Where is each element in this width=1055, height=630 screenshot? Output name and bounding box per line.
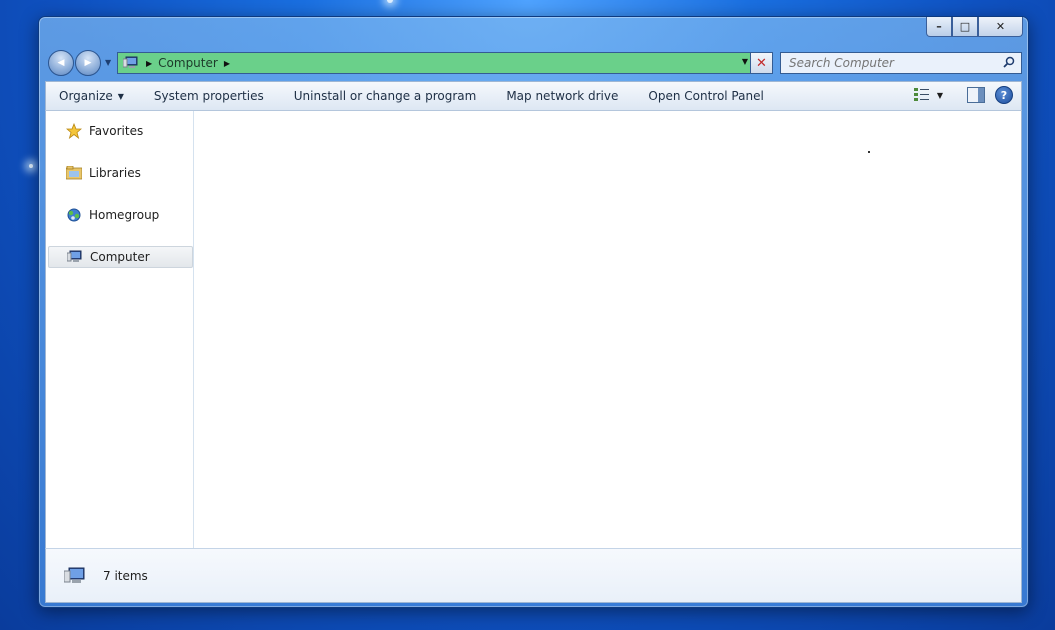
chevron-down-icon: ▼ <box>117 91 124 101</box>
forward-arrow-icon: ▶ <box>84 58 92 68</box>
breadcrumb-separator-icon[interactable]: ▶ <box>146 59 152 68</box>
navigation-bar: ◀ ▶ ▼ ▶ Computer ▶ ▼ ✕ <box>47 50 1022 76</box>
nav-item-label: Libraries <box>89 166 141 180</box>
library-folder-icon <box>65 165 83 181</box>
nav-item-homegroup[interactable]: Homegroup <box>48 204 193 226</box>
breadcrumb-separator-icon[interactable]: ▶ <box>224 59 230 68</box>
details-pane: 7 items <box>45 548 1022 603</box>
computer-icon <box>66 249 84 265</box>
navigation-pane: Favorites Libraries Homegroup Computer <box>46 111 194 548</box>
system-properties-label: System properties <box>153 89 264 103</box>
explorer-window: – □ ✕ ◀ ▶ ▼ ▶ Computer ▶ ▼ ✕ Search Comp… <box>38 16 1029 608</box>
back-arrow-icon: ◀ <box>57 58 65 68</box>
preview-pane-icon[interactable] <box>967 87 985 103</box>
command-bar: Organize ▼ System properties Uninstall o… <box>45 81 1022 111</box>
content-pane[interactable] <box>195 111 1021 548</box>
organize-button[interactable]: Organize ▼ <box>46 89 139 103</box>
caption-buttons: – □ ✕ <box>926 17 1023 37</box>
recent-pages-dropdown[interactable]: ▼ <box>105 58 111 67</box>
stop-icon: ✕ <box>756 55 767 71</box>
stray-pixel <box>868 151 870 153</box>
view-options-dropdown-icon[interactable]: ▼ <box>937 91 943 100</box>
computer-icon <box>122 56 140 70</box>
homegroup-icon <box>65 207 83 223</box>
search-input[interactable] <box>781 56 991 70</box>
map-network-drive-button[interactable]: Map network drive <box>491 89 633 103</box>
nav-item-label: Computer <box>90 250 150 264</box>
nav-item-libraries[interactable]: Libraries <box>48 162 193 184</box>
search-box[interactable] <box>780 52 1022 74</box>
organize-label: Organize <box>59 89 113 103</box>
breadcrumb-computer[interactable]: Computer <box>158 56 218 70</box>
view-controls: ▼ ? <box>913 86 1013 104</box>
address-bar[interactable]: ▶ Computer ▶ ▼ ✕ <box>117 52 773 74</box>
back-button[interactable]: ◀ <box>48 50 74 76</box>
minimize-button[interactable]: – <box>926 17 952 37</box>
address-history-dropdown[interactable]: ▼ <box>742 57 748 66</box>
nav-item-computer[interactable]: Computer <box>48 246 193 268</box>
search-icon[interactable] <box>1003 56 1015 71</box>
nav-item-label: Favorites <box>89 124 144 138</box>
item-count: 7 items <box>103 568 148 583</box>
help-icon[interactable]: ? <box>995 86 1013 104</box>
nav-item-favorites[interactable]: Favorites <box>48 120 193 142</box>
map-network-drive-label: Map network drive <box>506 89 619 103</box>
computer-icon <box>64 567 86 585</box>
forward-button[interactable]: ▶ <box>75 50 101 76</box>
desktop-sparkle <box>29 164 33 168</box>
uninstall-program-label: Uninstall or change a program <box>293 89 477 103</box>
open-control-panel-button[interactable]: Open Control Panel <box>633 89 778 103</box>
system-properties-button[interactable]: System properties <box>139 89 279 103</box>
close-button[interactable]: ✕ <box>978 17 1023 37</box>
desktop-sparkle <box>387 0 393 3</box>
nav-item-label: Homegroup <box>89 208 160 222</box>
change-view-icon[interactable] <box>913 87 931 103</box>
uninstall-program-button[interactable]: Uninstall or change a program <box>279 89 492 103</box>
star-icon <box>65 123 83 139</box>
main-body: Favorites Libraries Homegroup Computer <box>45 111 1022 548</box>
maximize-button[interactable]: □ <box>952 17 978 37</box>
refresh-button[interactable]: ✕ <box>750 53 772 73</box>
open-control-panel-label: Open Control Panel <box>648 89 764 103</box>
